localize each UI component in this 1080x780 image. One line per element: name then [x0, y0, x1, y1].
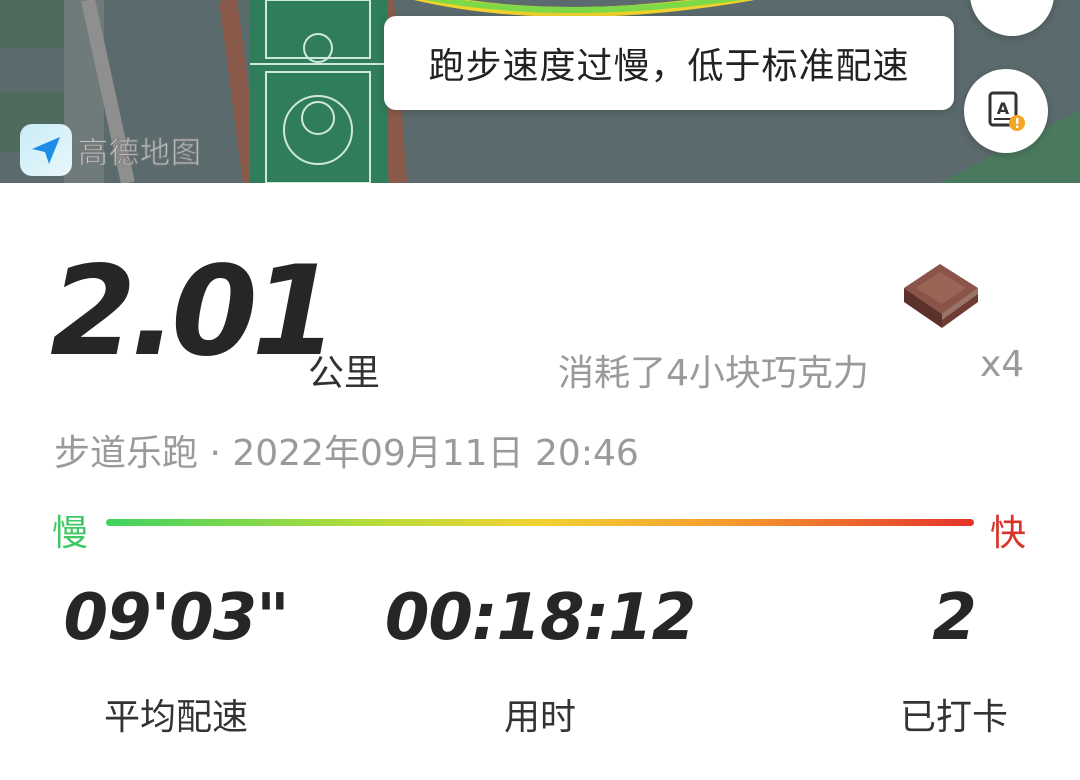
- pace-warning-toast: 跑步速度过慢，低于标准配速: [384, 16, 954, 110]
- avg-pace-value: 09'03": [63, 581, 289, 655]
- distance-unit: 公里: [308, 353, 381, 394]
- distance-value: 2.01: [50, 240, 338, 384]
- speed-slow-label: 慢: [52, 513, 89, 554]
- checkin-count-value: 2: [932, 581, 977, 655]
- amap-logo-icon: [20, 124, 72, 176]
- duration-label: 用时: [503, 697, 577, 738]
- report-icon: A: [988, 91, 1025, 131]
- svg-text:A: A: [997, 99, 1010, 118]
- duration-value: 00:18:12: [384, 581, 696, 655]
- map-provider-logo: 高德地图: [20, 122, 202, 178]
- toast-message: 跑步速度过慢，低于标准配速: [428, 46, 910, 87]
- speed-gradient-bar: [106, 519, 974, 526]
- report-button[interactable]: A: [964, 69, 1048, 153]
- calorie-multiplier: x4: [980, 344, 1025, 385]
- calorie-text: 消耗了4小块巧克力: [558, 353, 869, 394]
- avg-pace-label: 平均配速: [103, 697, 249, 738]
- run-meta: 步道乐跑 · 2022年09月11日 20:46: [54, 433, 639, 474]
- map-provider-name: 高德地图: [78, 136, 202, 172]
- speed-fast-label: 快: [990, 513, 1027, 554]
- chocolate-icon: [896, 258, 982, 334]
- map-view[interactable]: 跑步速度过慢，低于标准配速 A 高德地图: [0, 0, 1080, 183]
- checkin-count-label: 已打卡: [899, 697, 1009, 738]
